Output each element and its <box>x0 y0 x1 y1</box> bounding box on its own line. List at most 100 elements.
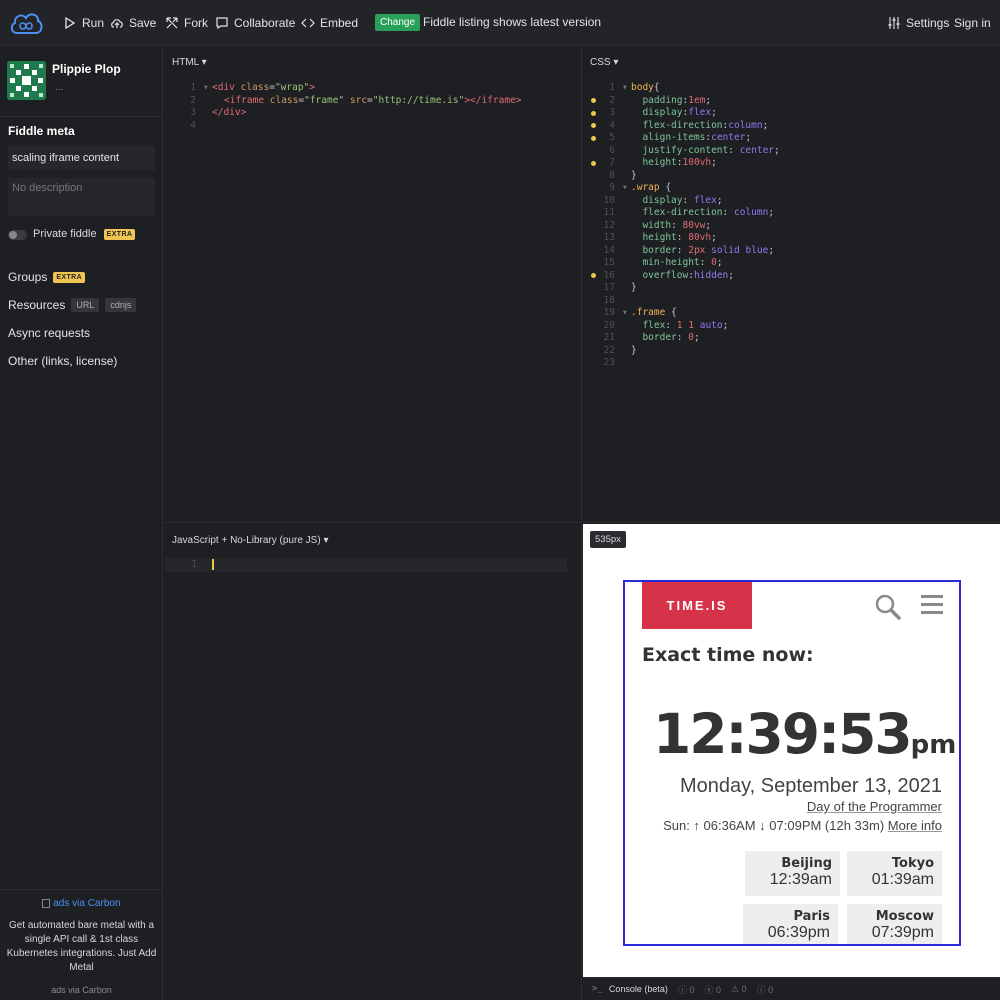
code-token: 100vh <box>682 157 712 168</box>
city-clock[interactable]: Paris 06:39pm <box>743 904 838 944</box>
search-icon[interactable] <box>875 594 901 620</box>
code-token: ; <box>705 219 712 231</box>
other-links-link[interactable]: Other (links, license) <box>8 354 117 368</box>
more-info-link[interactable]: More info <box>888 818 942 833</box>
console-bar[interactable]: >_ Console (beta) ⓘ 0 ⓧ 0 ⚠ 0 ⓘ 0 <box>583 977 1000 1000</box>
avatar[interactable] <box>7 61 46 100</box>
groups-link[interactable]: Groups EXTRA <box>8 270 86 284</box>
run-button[interactable]: Run <box>63 0 104 46</box>
css-panel-label[interactable]: CSS ▾ <box>590 57 618 68</box>
code-token: class <box>240 82 270 93</box>
fiddle-description-input[interactable] <box>8 178 155 216</box>
exact-time-heading: Exact time now: <box>642 644 814 666</box>
settings-button[interactable]: Settings <box>887 0 949 46</box>
async-requests-link[interactable]: Async requests <box>8 326 90 340</box>
async-requests-label: Async requests <box>8 326 91 340</box>
chat-bubble-icon <box>216 17 228 30</box>
save-button[interactable]: Save <box>110 0 156 46</box>
line-number: 14 <box>603 244 615 256</box>
lint-warning-icon[interactable] <box>591 98 596 103</box>
code-token: overflow <box>642 269 689 281</box>
result-iframe[interactable]: TIME.IS Exact time now: 12:39:53pm Monda… <box>623 580 961 946</box>
clock-time: 12:39:53 <box>653 702 913 766</box>
js-panel[interactable]: JavaScript + No-Library (pure JS) ▾ <box>164 524 582 1000</box>
embed-label: Embed <box>320 16 359 30</box>
carbon-ad-footer[interactable]: ads via Carbon <box>0 983 163 997</box>
lint-warning-icon[interactable] <box>591 135 596 141</box>
code-token: .frame <box>631 307 666 318</box>
line-number: 21 <box>603 332 615 343</box>
code-token: border <box>642 332 677 343</box>
sign-in-label: Sign in <box>954 16 991 30</box>
carbon-ad-text[interactable]: Get automated bare metal with a single A… <box>0 919 163 975</box>
line-number: 23 <box>603 357 615 368</box>
fold-arrow-icon[interactable]: ▾ <box>622 307 628 320</box>
city-clock[interactable]: Tokyo 01:39am <box>847 851 942 896</box>
console-log-count[interactable]: ⓘ 0 <box>678 983 695 996</box>
lint-warning-icon[interactable] <box>591 273 596 278</box>
terminal-icon: >_ <box>592 984 603 994</box>
count-value: 0 <box>768 984 774 995</box>
code-line: } <box>631 170 637 183</box>
sign-in-link[interactable]: Sign in <box>954 0 991 46</box>
collaborate-button[interactable]: Collaborate <box>215 0 295 46</box>
embed-button[interactable]: Embed <box>301 0 358 46</box>
carbon-ad-image[interactable]: ads via Carbon <box>0 897 163 911</box>
line-number: 7 <box>609 157 615 168</box>
cdnjs-pill[interactable]: cdnjs <box>105 298 137 312</box>
sun-info: Sun: ↑ 06:36AM ↓ 07:09PM (12h 33m) More … <box>663 818 942 833</box>
code-line: border: 2px solid blue; <box>631 245 774 258</box>
code-token: 2px <box>688 244 706 256</box>
fold-arrow-icon[interactable]: ▾ <box>203 82 209 95</box>
timeis-logo[interactable]: TIME.IS <box>642 582 752 629</box>
change-badge[interactable]: Change <box>375 14 421 31</box>
city-name: Paris <box>793 909 830 924</box>
jsfiddle-logo-icon[interactable] <box>8 9 44 37</box>
carbon-ad[interactable]: ads via Carbon Get automated bare metal … <box>0 889 163 997</box>
city-clock[interactable]: Moscow 07:39pm <box>847 904 942 944</box>
js-editor-active-line[interactable] <box>165 558 567 572</box>
html-panel[interactable]: HTML ▾ 1 2 3 4 ▾ <div class="wrap"> <ifr… <box>164 46 582 523</box>
console-error-count[interactable]: ⓧ 0 <box>704 983 721 996</box>
private-fiddle-toggle[interactable] <box>8 230 27 240</box>
line-number: 17 <box>603 282 615 293</box>
fold-arrow-icon[interactable]: ▾ <box>622 82 628 95</box>
console-warning-count[interactable]: ⚠ 0 <box>731 984 747 995</box>
css-editor[interactable]: 1 ▾ body{2 padding:1em; 3 display:flex; 4 fl… <box>583 82 1000 382</box>
code-line: <div class="wrap"> <box>212 82 315 95</box>
fork-button[interactable]: Fork <box>165 0 208 46</box>
fold-arrow-icon[interactable]: ▾ <box>622 182 628 195</box>
code-token: auto <box>699 319 723 331</box>
code-token: { <box>665 307 677 318</box>
city-clock[interactable]: Beijing 12:39am <box>745 851 840 896</box>
city-time: 07:39pm <box>871 924 934 941</box>
console-debug-count[interactable]: ⓘ 0 <box>757 983 774 996</box>
lint-warning-icon[interactable] <box>591 110 596 116</box>
collaborate-label: Collaborate <box>234 16 296 30</box>
line-number: 18 <box>603 294 615 306</box>
resources-link[interactable]: Resources URL cdnjs <box>8 298 137 312</box>
fiddle-title-input[interactable] <box>8 146 155 170</box>
html-panel-label[interactable]: HTML ▾ <box>172 57 207 68</box>
css-panel[interactable]: CSS ▾ 1 ▾ body{2 padding:1em; 3 display:fle… <box>583 46 1000 523</box>
console-label[interactable]: Console (beta) <box>609 984 668 994</box>
count-value: 0 <box>715 984 721 995</box>
code-token: <iframe <box>224 94 270 106</box>
code-line: overflow:hidden; <box>631 270 734 283</box>
code-line: height:100vh; <box>631 157 716 170</box>
play-icon <box>65 16 76 30</box>
lint-warning-icon[interactable] <box>591 123 596 128</box>
code-line: display: flex; <box>631 195 722 208</box>
hamburger-menu-icon[interactable] <box>921 595 943 615</box>
user-name[interactable]: Plippie Plop <box>52 62 121 76</box>
code-token: ; <box>728 269 735 281</box>
code-token: <div <box>212 82 241 93</box>
code-token: { <box>659 182 672 193</box>
special-day-link[interactable]: Day of the Programmer <box>807 799 942 814</box>
code-token: > <box>515 94 522 106</box>
code-token: align-items <box>642 132 706 143</box>
url-pill[interactable]: URL <box>71 298 100 312</box>
js-panel-label[interactable]: JavaScript + No-Library (pure JS) ▾ <box>172 535 328 546</box>
lint-warning-icon[interactable] <box>591 160 596 166</box>
